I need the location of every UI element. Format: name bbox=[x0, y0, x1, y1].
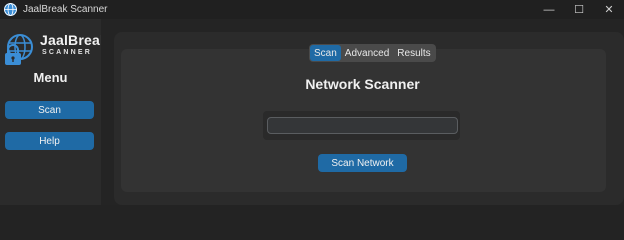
network-input[interactable] bbox=[267, 117, 458, 134]
sidebar-help-button[interactable]: Help bbox=[5, 132, 94, 150]
tab-selector: Scan Advanced Results bbox=[309, 44, 436, 62]
close-button[interactable]: ✕ bbox=[594, 0, 624, 19]
tab-advanced[interactable]: Advanced bbox=[341, 45, 393, 61]
sidebar: JaalBreak SCANNER Menu Scan Help bbox=[0, 19, 108, 205]
main-area: Scan Advanced Results Network Scanner Sc… bbox=[101, 19, 624, 205]
maximize-button[interactable]: ☐ bbox=[564, 0, 594, 19]
logo-title: JaalBreak bbox=[40, 32, 108, 48]
lock-globe-icon bbox=[5, 34, 33, 65]
sidebar-scan-button[interactable]: Scan bbox=[5, 101, 94, 119]
window-title: JaalBreak Scanner bbox=[23, 4, 108, 15]
menu-title: Menu bbox=[33, 70, 68, 85]
tab-results[interactable]: Results bbox=[393, 45, 434, 61]
page-title: Network Scanner bbox=[305, 76, 420, 92]
tab-scan[interactable]: Scan bbox=[310, 45, 341, 61]
logo-subtitle: SCANNER bbox=[42, 49, 93, 56]
scan-network-button[interactable]: Scan Network bbox=[318, 154, 407, 172]
logo: JaalBreak SCANNER bbox=[4, 27, 108, 71]
app-icon bbox=[4, 3, 17, 16]
input-container bbox=[263, 111, 460, 140]
title-bar: JaalBreak Scanner — ☐ ✕ bbox=[0, 0, 624, 19]
minimize-button[interactable]: — bbox=[534, 0, 564, 19]
